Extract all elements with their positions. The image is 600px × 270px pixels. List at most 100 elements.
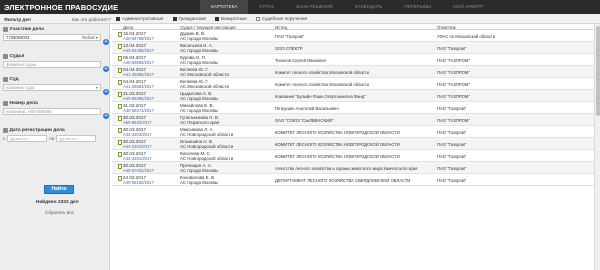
case-cell: 31.03.2017 А40-59271/2017	[123, 103, 154, 113]
case-number-link[interactable]: А40-55150/2017	[123, 180, 154, 185]
judge-cell: Беляева Ю. Г. АС Московской области	[180, 67, 272, 77]
plaintiff-cell[interactable]: Агентство лесного хозяйства и охраны жив…	[275, 166, 435, 171]
nav-item-kartoteka[interactable]: КАРТОТЕКА	[200, 0, 249, 14]
table-row[interactable]: 30.03.2017 А44-2203/2017 Максимова Л. А. АС…	[112, 126, 594, 138]
checkbox-icon[interactable]	[116, 16, 120, 21]
table-row[interactable]: 05.04.2017 А40-63665/2017 Бурова О. П. АС г…	[112, 54, 594, 66]
table-row[interactable]: 30.03.2017 А44-2201/2017 Киселева М. С. АС …	[112, 150, 594, 162]
defendant-cell[interactable]: ПАО "Газпром"	[437, 46, 466, 51]
nav-item-bank[interactable]: БАНК РЕШЕНИЙ	[285, 0, 344, 14]
case-cell: 24.03.2017 А40-55150/2017	[123, 175, 154, 185]
check-administrative[interactable]: Административные	[116, 16, 164, 21]
date-from-input[interactable]: дд.мм.гггг	[7, 135, 48, 142]
defendant-cell[interactable]: ПАО "ГАЗПРОМ"	[437, 70, 470, 75]
table-row[interactable]: 24.03.2017 А40-55150/2017 Коновалова Е. В.…	[112, 174, 594, 186]
judge-cell: Цыдыпова А. В. АС города Москвы	[180, 91, 272, 101]
check-bankruptcy[interactable]: Банкротные	[215, 16, 247, 21]
add-participant-button[interactable]: +	[103, 39, 109, 45]
plaintiff-cell[interactable]: Комитет лесного хозяйства Московской обл…	[275, 82, 435, 87]
participant-input[interactable]: 7736050003 Любой ▾	[3, 34, 101, 41]
table-row[interactable]: 13.04.2017 А40-64456/2017 Васильева И. А. А…	[112, 42, 594, 54]
checkbox-icon[interactable]	[172, 16, 177, 21]
nav-item-my-arbitr[interactable]: МОЙ АРБИТР	[442, 0, 494, 14]
table-row[interactable]: 31.03.2017 А40-59271/2017 Михайлова Е. В. А…	[112, 102, 594, 114]
judge-cell: Дудкин В. В. АС города Москвы	[180, 31, 272, 41]
case-number-link[interactable]: А41-25584/2017	[123, 84, 154, 89]
defendant-cell[interactable]: ПАО "ГАЗПРОМ"	[437, 82, 470, 87]
table-row[interactable]: 30.03.2017 А44-2202/2017 Ильюшина Н. В. АС …	[112, 138, 594, 150]
defendant-cell[interactable]: ПАО "Газпром"	[437, 130, 466, 135]
checkbox-icon[interactable]	[255, 16, 260, 21]
participant-role-select[interactable]: Любой ▾	[82, 35, 98, 40]
defendant-cell[interactable]: ПАО "Газпром"	[437, 166, 466, 171]
defendant-cell[interactable]: ПАО "ГАЗПРОМ"	[437, 94, 470, 99]
defendant-cell[interactable]: ПАО "ГАЗПРОМ"	[437, 118, 470, 123]
defendant-cell[interactable]: ПАО "ГАЗПРОМ"	[437, 58, 470, 63]
date-to-input[interactable]: дд.мм.гггг	[56, 135, 97, 142]
participant-section: Участник дела 7736050003 Любой ▾	[3, 27, 107, 41]
plaintiff-cell[interactable]: ООО СПЕКТР	[275, 46, 435, 51]
plaintiff-cell[interactable]: ОАО "СОЮЗ "СЫЛВЕНСКИЙ"	[275, 118, 435, 123]
table-row[interactable]: 15.04.2017 А40-64769/2017 Дудкин В. В. АС г…	[112, 30, 594, 42]
add-judge-button[interactable]: +	[103, 66, 109, 72]
brand-title[interactable]: ЭЛЕКТРОННОЕ ПРАВОСУДИЕ	[4, 3, 118, 12]
vertical-scrollbar[interactable]	[594, 24, 600, 270]
judge-input[interactable]: фамилия судьи	[3, 61, 101, 68]
plaintiff-cell[interactable]: КОМИТЕТ ЛЕСНОГО ХОЗЯЙСТВА НОВГОРОДСКОЙ О…	[275, 142, 435, 147]
filter-sidebar: Участник дела 7736050003 Любой ▾ + Судья…	[0, 24, 110, 270]
defendant-cell[interactable]: ПАО "Газпром"	[437, 154, 466, 159]
table-row[interactable]: 31.03.2017 А40-59285/2017 Цыдыпова А. В. АС…	[112, 90, 594, 102]
case-number-link[interactable]: А44-2201/2017	[123, 156, 152, 161]
plaintiff-cell[interactable]: Тихонов Сергей Иванович	[275, 58, 435, 63]
nav-item-calendar[interactable]: КАЛЕНДАРЬ	[344, 0, 394, 14]
court-name: АС города Москвы	[180, 108, 218, 113]
defendant-cell[interactable]: УФАС по Московской области	[437, 34, 495, 39]
check-civil[interactable]: Гражданские	[172, 16, 206, 21]
table-body: 15.04.2017 А40-64769/2017 Дудкин В. В. АС г…	[112, 30, 594, 186]
plaintiff-cell[interactable]: Компания "Булыйн Рашн Опортьюнитиз Фанд"	[275, 94, 435, 99]
defendant-cell[interactable]: ПАО "Газпром"	[437, 142, 466, 147]
document-icon	[118, 68, 122, 73]
case-number-link[interactable]: А40-64456/2017	[123, 48, 154, 53]
case-number-link[interactable]: А50-8520/2017	[123, 120, 152, 125]
add-case-number-button[interactable]: +	[103, 113, 109, 119]
find-button[interactable]: Найти	[44, 185, 74, 194]
case-number-link[interactable]: А40-59271/2017	[123, 108, 154, 113]
plaintiff-cell[interactable]: КОМИТЕТ ЛЕСНОГО ХОЗЯЙСТВА НОВГОРОДСКОЙ О…	[275, 130, 435, 135]
case-number-link[interactable]: А40-63665/2017	[123, 60, 154, 65]
judge-cell: Киселева М. С. АС Новгородской области	[180, 151, 272, 161]
case-cell: 04.04.2017 А41-25584/2017	[123, 79, 154, 89]
case-number-link[interactable]: А40-64769/2017	[123, 36, 154, 41]
check-court-orders[interactable]: Судебные поручения	[255, 16, 307, 21]
plaintiff-cell[interactable]: Комитет лесного хозяйства Московской обл…	[275, 70, 435, 75]
chevron-down-icon[interactable]: ▾	[96, 85, 98, 90]
scroll-thumb[interactable]	[596, 26, 600, 116]
table-row[interactable]: 30.03.2017 А40-57032/2017 Пречищин А. А. АС…	[112, 162, 594, 174]
how-it-works-link[interactable]: Как это работает?	[72, 17, 111, 22]
table-row[interactable]: 30.03.2017 А50-8520/2017 Гуляльникова Н. В…	[112, 114, 594, 126]
nav-item-strah[interactable]: СТРАХ	[248, 0, 285, 14]
plaintiff-cell[interactable]: Петрушин Анатолий Васильевич	[275, 106, 435, 111]
case-number-link[interactable]: А41-25586/2017	[123, 72, 154, 77]
plaintiff-cell[interactable]: ПАО "Газпром"	[275, 34, 435, 39]
case-number-input[interactable]: например, А50-5568/08	[3, 108, 101, 115]
col-judge: Судья / текущая инстанция	[180, 24, 236, 30]
add-court-button[interactable]: +	[103, 89, 109, 95]
case-number-link[interactable]: А40-57032/2017	[123, 168, 154, 173]
case-number-link[interactable]: А40-59285/2017	[123, 96, 154, 101]
court-name: АС города Москвы	[180, 60, 218, 65]
defendant-cell[interactable]: ПАО "Газпром"	[437, 106, 466, 111]
court-input[interactable]: название суда ▾	[3, 84, 101, 91]
checkbox-icon[interactable]	[215, 16, 220, 21]
nav-item-breaks[interactable]: ПЕРЕРЫВЫ	[393, 0, 442, 14]
table-row[interactable]: 04.04.2017 А41-25586/2017 Беляева Ю. Г. АС …	[112, 66, 594, 78]
case-number-link[interactable]: А44-2202/2017	[123, 144, 152, 149]
table-row[interactable]: 04.04.2017 А41-25584/2017 Беляева Ю. Г. АС …	[112, 78, 594, 90]
filter-title: Фильтр дел	[4, 16, 31, 22]
plaintiff-cell[interactable]: КОМИТЕТ ЛЕСНОГО ХОЗЯЙСТВА НОВГОРОДСКОЙ О…	[275, 154, 435, 159]
case-number-link[interactable]: А44-2203/2017	[123, 132, 152, 137]
document-icon	[118, 140, 122, 145]
reset-all-link[interactable]: Сбросить все	[45, 210, 74, 215]
defendant-cell[interactable]: ПАО "Газпром"	[437, 178, 466, 183]
plaintiff-cell[interactable]: ДЕПАРТАМЕНТ ЛЕСНОГО ХОЗЯЙСТВА СВЕРДЛОВСК…	[275, 178, 435, 183]
